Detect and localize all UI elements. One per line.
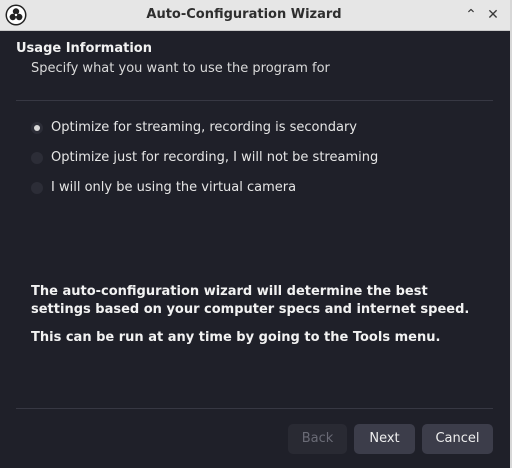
radio-button[interactable] xyxy=(31,122,43,134)
radio-label[interactable]: I will only be using the virtual camera xyxy=(51,179,296,197)
window-title: Auto-Configuration Wizard xyxy=(146,7,342,22)
divider xyxy=(16,100,493,101)
close-icon[interactable]: ✕ xyxy=(484,6,502,24)
info-text-tools-menu: This can be run at any time by going to … xyxy=(31,330,441,345)
page-heading: Usage Information xyxy=(16,41,152,56)
divider xyxy=(16,408,493,409)
next-button[interactable]: Next xyxy=(354,424,415,454)
page-subheading: Specify what you want to use the program… xyxy=(31,61,330,76)
radio-button[interactable] xyxy=(31,152,43,164)
title-bar[interactable]: Auto-Configuration Wizard ⌃ ✕ xyxy=(0,0,510,31)
wizard-window: Auto-Configuration Wizard ⌃ ✕ Usage Info… xyxy=(0,0,512,468)
radio-button[interactable] xyxy=(31,182,43,194)
chevron-up-icon[interactable]: ⌃ xyxy=(462,6,480,24)
radio-label[interactable]: Optimize for streaming, recording is sec… xyxy=(51,119,357,137)
info-text-description: The auto-configuration wizard will deter… xyxy=(31,284,470,317)
cancel-button[interactable]: Cancel xyxy=(422,424,493,454)
radio-label[interactable]: Optimize just for recording, I will not … xyxy=(51,149,378,167)
wizard-content: Usage Information Specify what you want … xyxy=(0,31,510,468)
back-button[interactable]: Back xyxy=(288,424,347,454)
